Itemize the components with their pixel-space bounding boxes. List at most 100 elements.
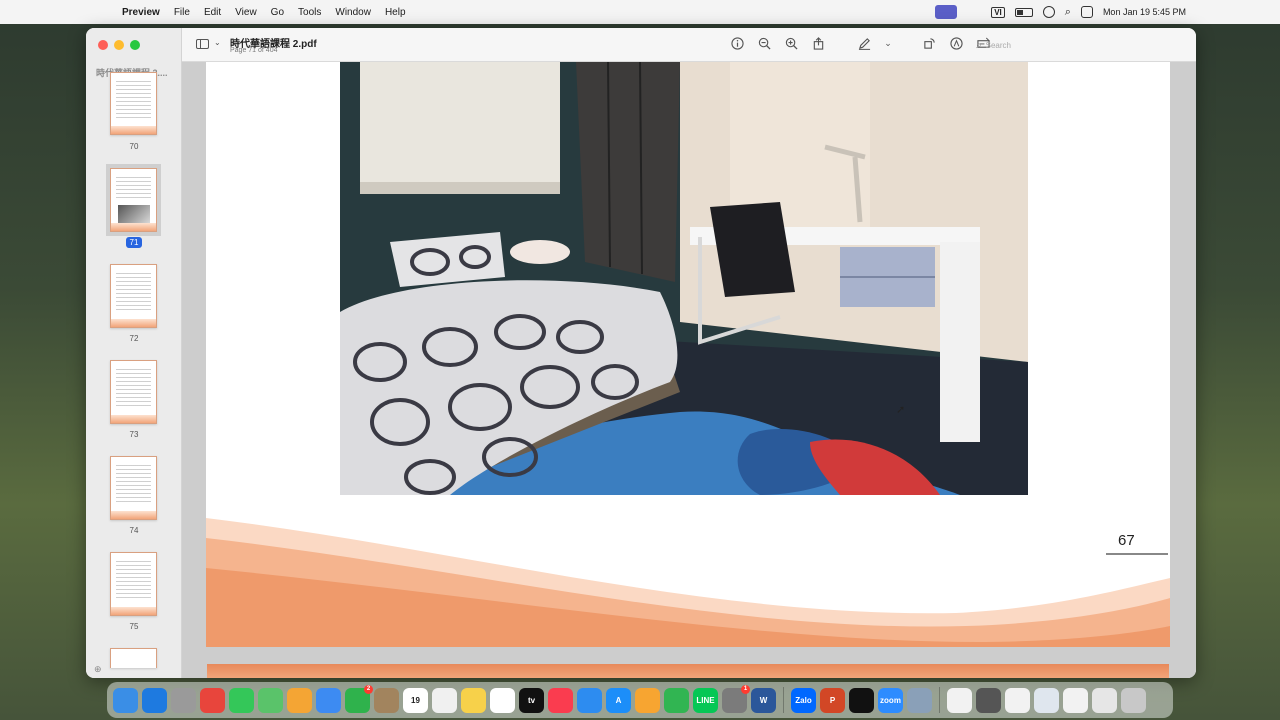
page-label: 73	[129, 430, 139, 439]
share-icon[interactable]	[811, 36, 825, 50]
close-button[interactable]	[98, 40, 108, 50]
dock-app-label: tv	[527, 695, 536, 705]
word-icon[interactable]: W	[751, 687, 776, 713]
page-thumbnail[interactable]	[110, 72, 157, 135]
page-number: 67	[1118, 532, 1135, 549]
window-thumb-icon-3[interactable]	[1034, 687, 1059, 713]
chevron-down-icon[interactable]: ⌄	[214, 38, 221, 47]
music-icon[interactable]	[548, 687, 573, 713]
powerpoint-icon[interactable]: P	[820, 687, 845, 713]
mail-icon[interactable]	[316, 687, 341, 713]
wifi-icon[interactable]	[1042, 6, 1055, 18]
appstore-icon[interactable]: A	[606, 687, 631, 713]
appletv-icon[interactable]: tv	[519, 687, 544, 713]
messages-icon[interactable]	[229, 687, 254, 713]
page-label: 75	[129, 622, 139, 631]
minimize-button[interactable]	[114, 40, 124, 50]
menu-app-name[interactable]: Preview	[122, 7, 160, 18]
freeform-icon[interactable]	[490, 687, 515, 713]
selected-page-label: 71	[125, 237, 143, 248]
page-thumbnail[interactable]	[110, 552, 157, 616]
search-icon[interactable]: ⌕	[1065, 6, 1071, 19]
pdf-page: 67	[206, 62, 1170, 647]
maps-icon[interactable]	[258, 687, 283, 713]
dock-app-label: P	[829, 695, 836, 705]
page-number-rule	[1106, 553, 1168, 555]
photos-icon[interactable]	[287, 687, 312, 713]
finder-icon[interactable]	[113, 687, 138, 713]
page-thumbnail[interactable]	[110, 648, 157, 668]
page-label: 70	[129, 142, 139, 151]
dock-app-label: Zalo	[795, 695, 812, 705]
menu-go[interactable]: Go	[271, 7, 284, 18]
info-icon[interactable]	[730, 36, 744, 50]
menu-view[interactable]: View	[235, 7, 257, 18]
mouse-cursor-icon: ➚	[896, 404, 906, 416]
search-icon: ⌕	[976, 39, 982, 51]
launchpad-icon[interactable]	[171, 687, 196, 713]
window-thumb-icon-4[interactable]	[1063, 687, 1088, 713]
page-label: 72	[129, 334, 139, 343]
calendar-icon[interactable]: 19	[403, 687, 428, 713]
settings-icon[interactable]: 1	[722, 684, 750, 713]
page-thumbnail[interactable]	[110, 264, 157, 328]
dock-app-label: W	[759, 695, 768, 705]
search-placeholder: Search	[985, 40, 1011, 50]
menu-help[interactable]: Help	[385, 7, 406, 18]
dock-app-label: LINE	[696, 695, 715, 705]
markup-pen-icon[interactable]	[857, 36, 871, 50]
safari-icon[interactable]	[142, 687, 167, 713]
notes-icon[interactable]	[461, 687, 486, 713]
notification-badge: 1	[741, 684, 750, 694]
menu-clock[interactable]: Mon Jan 19 5:45 PM	[1103, 7, 1186, 17]
document-view[interactable]: 67 ➚	[182, 62, 1196, 678]
document-icon[interactable]	[947, 687, 972, 713]
capcut-icon[interactable]	[849, 687, 874, 713]
menu-tools[interactable]: Tools	[298, 7, 321, 18]
numbers-icon[interactable]	[664, 687, 689, 713]
trash-icon[interactable]	[1121, 687, 1146, 713]
bedroom-photo	[340, 62, 1028, 495]
input-source-icon[interactable]: VI	[991, 6, 1005, 18]
thumbnail-sidebar: 時代華語課程 2.... 70 71 72 73 74 75 ⊕	[86, 28, 182, 678]
zalo-icon[interactable]: Zalo	[791, 687, 816, 713]
document-page-info: Page 71 of 404	[230, 47, 278, 54]
chevron-down-icon[interactable]: ⌄	[884, 36, 892, 50]
page-footer-wave	[206, 518, 1170, 647]
menu-window[interactable]: Window	[335, 7, 371, 18]
zoom-in-icon[interactable]	[784, 36, 798, 50]
next-page-edge	[207, 664, 1169, 678]
zoom-icon[interactable]: zoom	[878, 687, 903, 713]
page-thumbnail[interactable]	[110, 456, 157, 520]
page-thumbnail[interactable]	[110, 360, 157, 424]
control-center-icon[interactable]	[1080, 6, 1093, 18]
menu-edit[interactable]: Edit	[204, 7, 221, 18]
rotate-icon[interactable]	[922, 36, 936, 50]
facetime-icon[interactable]: 2	[345, 684, 373, 713]
app-icon[interactable]	[374, 687, 399, 713]
chrome-icon[interactable]	[200, 687, 225, 713]
page-label-selected: 71	[86, 237, 182, 248]
window-thumb-icon-2[interactable]	[1005, 687, 1030, 713]
screen-mirroring-icon[interactable]	[935, 5, 958, 19]
window-thumb-icon[interactable]	[976, 687, 1001, 713]
page-thumbnail-selected[interactable]	[106, 164, 161, 236]
search-field[interactable]: ⌕ Search	[976, 37, 1176, 53]
dock-separator	[939, 687, 940, 713]
add-page-icon[interactable]: ⊕	[94, 664, 102, 675]
menu-file[interactable]: File	[174, 7, 190, 18]
sidebar-toggle-icon[interactable]	[196, 39, 209, 49]
preview-icon[interactable]	[907, 687, 932, 713]
reminders-icon[interactable]	[432, 687, 457, 713]
line-icon[interactable]: LINE	[693, 687, 718, 713]
notification-badge: 2	[364, 684, 373, 694]
zoom-out-icon[interactable]	[757, 36, 771, 50]
zoom-button[interactable]	[130, 40, 140, 50]
window-thumb-icon-5[interactable]	[1092, 687, 1117, 713]
battery-icon[interactable]	[1014, 7, 1033, 17]
pages-icon[interactable]	[635, 687, 660, 713]
keynote-icon[interactable]	[577, 687, 602, 713]
page-label: 74	[129, 526, 139, 535]
annotate-icon[interactable]	[949, 36, 963, 50]
dock: 2 19 tv A LINE 1 W Zalo Pzoom	[107, 682, 1173, 718]
